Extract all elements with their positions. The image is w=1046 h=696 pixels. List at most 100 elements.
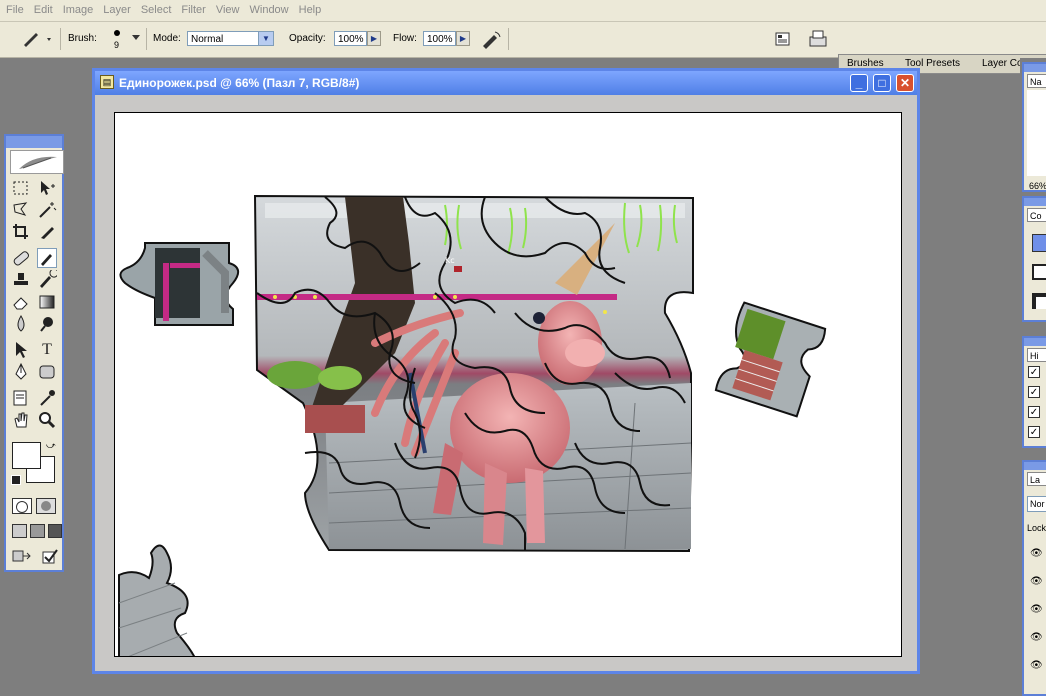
screen-mode-standard-icon[interactable] <box>12 524 27 538</box>
quick-mask-button[interactable] <box>36 498 56 514</box>
file-browser-icon <box>775 32 790 46</box>
chevron-down-icon: ▼ <box>258 32 273 45</box>
menu-file[interactable]: File <box>0 0 29 16</box>
palette-header[interactable] <box>1024 64 1046 72</box>
jump-to-imageready-icon[interactable] <box>12 548 32 564</box>
airbrush-button[interactable] <box>480 29 502 49</box>
menu-select[interactable]: Select <box>136 0 177 16</box>
menu-filter[interactable]: Filter <box>176 0 210 16</box>
brush-size: 9 <box>114 40 120 50</box>
brush-picker[interactable]: 9 <box>108 28 140 52</box>
menu-layer[interactable]: Layer <box>98 0 136 16</box>
swatch-icon[interactable] <box>1032 264 1046 280</box>
options-bar: Brush: 9 Mode: Normal ▼ Opacity: 100% ▶ … <box>0 22 1046 74</box>
menu-window[interactable]: Window <box>245 0 294 16</box>
file-browser-button[interactable] <box>775 31 791 47</box>
brush-tool-icon[interactable] <box>37 248 57 268</box>
marquee-tool-icon[interactable] <box>11 178 31 198</box>
minimize-button[interactable]: _ <box>850 74 868 92</box>
eraser-tool-icon[interactable] <box>11 292 31 312</box>
eye-icon[interactable]: 👁 <box>1030 548 1043 559</box>
screen-mode-full-icon[interactable] <box>48 524 62 538</box>
menu-image[interactable]: Image <box>58 0 99 16</box>
shape-tool-icon[interactable] <box>37 362 57 382</box>
color-swatch[interactable] <box>1032 234 1046 252</box>
notes-tool-icon[interactable] <box>11 388 31 408</box>
palette-header[interactable] <box>1024 338 1046 346</box>
history-checkbox[interactable]: ✓ <box>1028 426 1040 438</box>
pen-tool-icon[interactable] <box>11 362 31 382</box>
menu-bar: File Edit Image Layer Select Filter View Window… <box>0 0 1046 22</box>
image-canvas[interactable]: Kc <box>114 112 902 657</box>
mode-select[interactable]: Normal ▼ <box>187 31 274 46</box>
history-palette: Hi ✓ ✓ ✓ ✓ <box>1022 336 1046 448</box>
type-tool-icon[interactable]: T <box>37 340 57 360</box>
history-brush-tool-icon[interactable] <box>37 268 59 290</box>
crop-tool-icon[interactable] <box>11 222 31 242</box>
adobe-feather-icon[interactable] <box>10 150 64 174</box>
document-window: ▤ Единорожек.psd @ 66% (Пазл 7, RGB/8#) … <box>92 68 920 674</box>
document-title-bar[interactable]: ▤ Единорожек.psd @ 66% (Пазл 7, RGB/8#) … <box>95 71 917 95</box>
screen-mode-full-menu-icon[interactable] <box>30 524 45 538</box>
brush-label: Brush: <box>68 33 97 44</box>
zoom-tool-icon[interactable] <box>37 410 57 430</box>
eye-icon[interactable]: 👁 <box>1030 604 1043 615</box>
history-checkbox[interactable]: ✓ <box>1028 366 1040 378</box>
maximize-icon: □ <box>878 76 886 90</box>
tab-navigator[interactable]: Na <box>1027 74 1046 88</box>
eyedropper-tool-icon[interactable] <box>37 388 57 408</box>
palette-well-button[interactable] <box>806 28 830 50</box>
palette-header[interactable] <box>1024 198 1046 206</box>
tab-history[interactable]: Hi <box>1027 348 1046 362</box>
tab-layers[interactable]: La <box>1027 472 1046 486</box>
mode-label: Mode: <box>153 33 181 44</box>
dodge-tool-icon[interactable] <box>37 314 57 334</box>
gradient-tool-icon[interactable] <box>37 292 57 312</box>
menu-view[interactable]: View <box>211 0 245 16</box>
menu-edit[interactable]: Edit <box>29 0 58 16</box>
blend-mode-select[interactable]: Nor <box>1027 496 1046 512</box>
color-palette: Co <box>1022 196 1046 322</box>
eye-icon[interactable]: 👁 <box>1030 660 1043 671</box>
close-icon: ✕ <box>899 76 911 90</box>
zoom-level[interactable]: 66% <box>1029 181 1046 190</box>
swap-colors-icon[interactable]: ⤻ <box>46 440 56 451</box>
history-checkbox[interactable]: ✓ <box>1028 406 1040 418</box>
flow-slider-button[interactable]: ▶ <box>456 31 470 46</box>
move-tool-icon[interactable] <box>37 178 57 198</box>
tool-preset-picker[interactable] <box>20 30 56 48</box>
close-button[interactable]: ✕ <box>896 74 914 92</box>
maximize-button[interactable]: □ <box>873 74 891 92</box>
default-colors-icon[interactable] <box>11 475 21 485</box>
clone-stamp-tool-icon[interactable] <box>11 270 31 290</box>
opacity-input[interactable]: 100% <box>334 31 367 46</box>
flow-value: 100% <box>427 34 453 45</box>
opacity-slider-button[interactable]: ▶ <box>367 31 381 46</box>
psd-file-icon: ▤ <box>100 75 114 89</box>
minimize-icon: _ <box>855 76 863 90</box>
magic-wand-tool-icon[interactable] <box>37 200 57 220</box>
puzzle-main: Kc <box>253 194 694 553</box>
palette-header[interactable] <box>1024 462 1046 470</box>
airbrush-icon <box>483 31 501 49</box>
history-checkbox[interactable]: ✓ <box>1028 386 1040 398</box>
flow-input[interactable]: 100% <box>423 31 456 46</box>
healing-brush-tool-icon[interactable] <box>11 248 31 268</box>
eye-icon[interactable]: 👁 <box>1030 632 1043 643</box>
style-icon[interactable] <box>1032 293 1046 309</box>
menu-help[interactable]: Help <box>294 0 327 16</box>
right-palettes: Na 66% Co Hi ✓ ✓ ✓ ✓ La Nor Lock 👁 👁 👁 👁… <box>1020 58 1046 696</box>
separator <box>508 28 509 50</box>
lasso-tool-icon[interactable] <box>11 200 31 220</box>
circle-icon <box>16 501 28 513</box>
path-selection-tool-icon[interactable] <box>11 340 31 360</box>
tab-color[interactable]: Co <box>1027 208 1046 222</box>
blur-tool-icon[interactable] <box>11 314 31 334</box>
hand-tool-icon[interactable] <box>11 410 31 430</box>
foreground-color-swatch[interactable] <box>12 442 41 469</box>
slice-tool-icon[interactable] <box>37 222 57 242</box>
eye-icon[interactable]: 👁 <box>1030 576 1043 587</box>
toolbox-title-bar[interactable] <box>6 136 62 148</box>
standard-mode-button[interactable] <box>12 498 32 514</box>
checkmark-icon[interactable] <box>42 548 58 564</box>
